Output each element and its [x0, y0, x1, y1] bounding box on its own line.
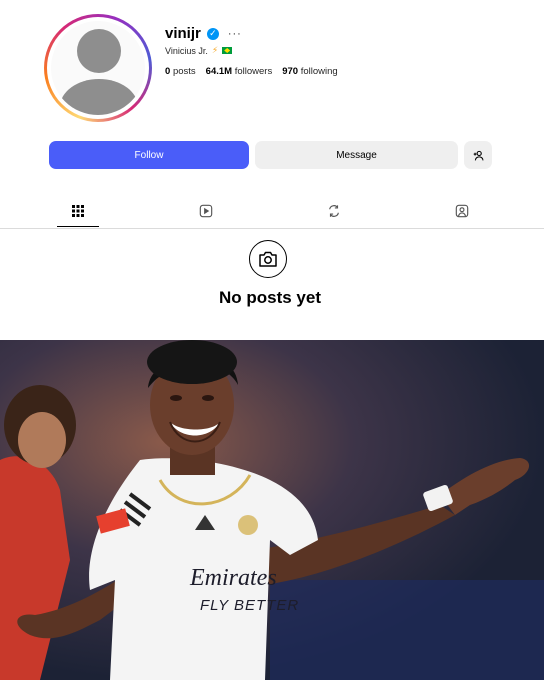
brazil-flag-icon: [222, 47, 233, 54]
following-count[interactable]: 970 following: [282, 66, 337, 77]
profile-header: vinijr ✓ ··· Vinicius Jr. ⚡ 0 posts 64.1…: [0, 0, 544, 130]
avatar[interactable]: [51, 21, 145, 115]
story-ring[interactable]: [44, 14, 152, 122]
tab-posts[interactable]: [57, 196, 99, 227]
suggest-accounts-button[interactable]: [464, 141, 492, 169]
reposts-icon: [329, 205, 339, 217]
lightning-bolt-icon: ⚡: [211, 45, 219, 55]
empty-state-title: No posts yet: [218, 288, 322, 307]
more-options-button[interactable]: ···: [228, 28, 242, 40]
full-name-row: Vinicius Jr. ⚡: [165, 45, 233, 56]
tab-tagged[interactable]: [441, 196, 483, 226]
full-name: Vinicius Jr.: [165, 45, 208, 56]
profile-tabs: [0, 196, 544, 229]
reels-icon: [199, 204, 213, 218]
camera-icon: [249, 240, 287, 278]
tab-reels[interactable]: [185, 196, 227, 226]
followers-count[interactable]: 64.1M followers: [206, 66, 273, 77]
posts-count: 0 posts: [165, 66, 196, 77]
empty-state: No posts yet: [0, 228, 544, 340]
add-person-icon: [473, 150, 484, 160]
username-row: vinijr ✓ ···: [165, 25, 242, 42]
username: vinijr: [165, 25, 201, 42]
football-player-photo: Emirates FLY BETTER: [0, 340, 544, 680]
grid-icon: [72, 205, 84, 217]
message-button[interactable]: Message: [255, 141, 458, 169]
stats-row: 0 posts 64.1M followers 970 following: [165, 66, 338, 77]
verified-badge-icon: ✓: [206, 27, 219, 40]
follow-button[interactable]: Follow: [49, 141, 249, 169]
tab-reposts[interactable]: [313, 196, 355, 226]
svg-text:FLY BETTER: FLY BETTER: [200, 597, 299, 614]
svg-text:Emirates: Emirates: [189, 565, 277, 591]
tagged-icon: [455, 204, 469, 218]
